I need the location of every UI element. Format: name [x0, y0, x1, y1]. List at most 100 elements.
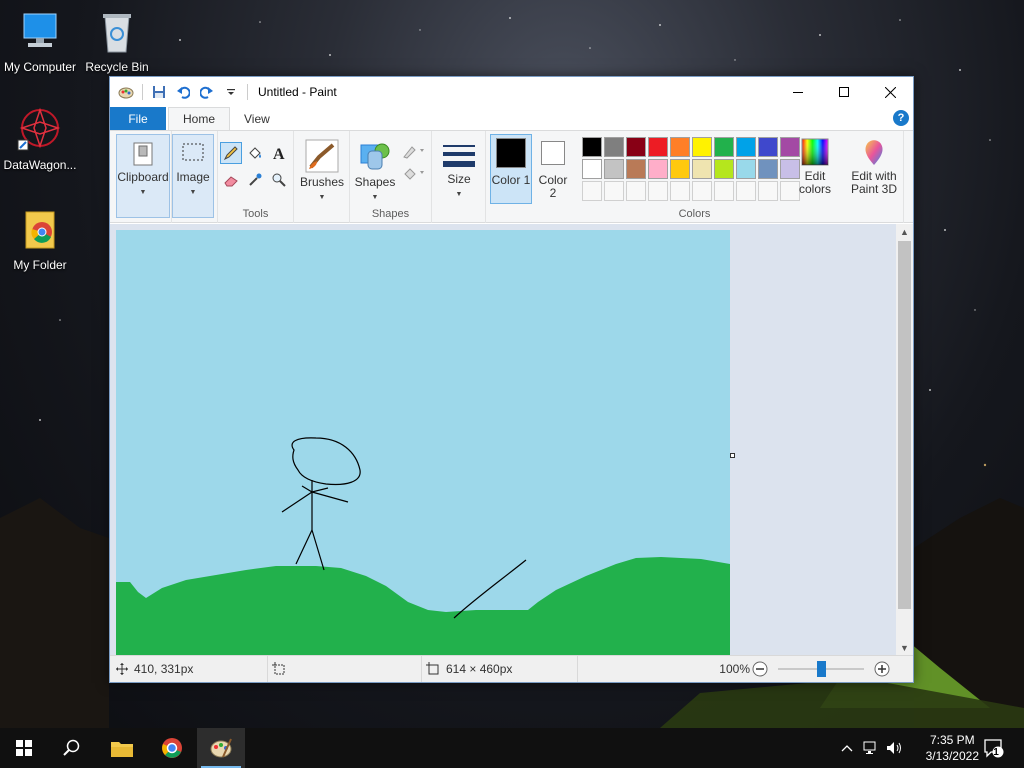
eraser-tool[interactable] — [220, 169, 242, 191]
clipboard-button[interactable]: Clipboard ▼ — [116, 134, 170, 218]
start-button[interactable] — [0, 728, 48, 768]
clock-date: 3/13/2022 — [925, 749, 979, 763]
tab-file[interactable]: File — [110, 107, 166, 130]
custom-color-slot[interactable] — [604, 181, 624, 201]
image-button[interactable]: Image ▼ — [172, 134, 214, 218]
dropdown-arrow-icon: ▼ — [371, 194, 379, 201]
edit-with-paint3d-button[interactable]: Edit with Paint 3D — [846, 134, 902, 204]
brushes-button[interactable]: Brushes ▼ — [296, 134, 348, 204]
palette-swatch[interactable] — [670, 159, 690, 179]
cursor-position: 410, 331px — [116, 656, 268, 682]
color2-label: Color — [538, 173, 568, 187]
status-bar: 410, 331px 614 × 460px 100% — [110, 655, 913, 682]
palette-swatch[interactable] — [626, 137, 646, 157]
zoom-slider-thumb[interactable] — [817, 661, 826, 677]
ribbon-tabs: File Home View ? — [110, 107, 913, 130]
custom-color-slot[interactable] — [758, 181, 778, 201]
chrome-button[interactable] — [148, 728, 196, 768]
redo-icon[interactable] — [199, 84, 215, 100]
custom-color-slot[interactable] — [582, 181, 602, 201]
selection-size — [272, 656, 422, 682]
magnifier-tool[interactable] — [268, 169, 290, 191]
desktop-icon-datawagon[interactable]: DataWagon... — [0, 106, 80, 172]
customize-qat-dropdown-icon[interactable] — [223, 84, 239, 100]
shapes-button[interactable]: Shapes ▼ — [352, 134, 398, 204]
undo-icon[interactable] — [175, 84, 191, 100]
custom-color-slot[interactable] — [670, 181, 690, 201]
custom-color-slot[interactable] — [736, 181, 756, 201]
color-picker-tool[interactable] — [244, 169, 266, 191]
size-label: Size — [447, 172, 471, 186]
tab-view[interactable]: View — [230, 107, 284, 130]
pencil-icon — [223, 146, 238, 161]
zoom-level: 100% — [710, 656, 750, 682]
tab-home[interactable]: Home — [168, 107, 231, 130]
eyedropper-icon — [249, 173, 262, 186]
show-hidden-icons-button[interactable] — [836, 728, 858, 768]
volume-icon — [887, 742, 901, 754]
image-size: 614 × 460px — [426, 656, 578, 682]
dropdown-arrow-icon: ▼ — [318, 194, 326, 201]
tools-group-label: Tools — [242, 208, 269, 220]
canvas-resize-handle[interactable] — [730, 453, 735, 458]
close-icon — [884, 86, 896, 98]
vertical-scrollbar[interactable]: ▲ ▼ — [896, 224, 913, 656]
paint-taskbar-button[interactable] — [197, 728, 245, 768]
desktop-icon-my-folder[interactable]: My Folder — [0, 206, 80, 272]
custom-color-slot[interactable] — [626, 181, 646, 201]
custom-color-slot[interactable] — [648, 181, 668, 201]
close-button[interactable] — [867, 77, 913, 107]
color2-button[interactable]: Color 2 — [534, 134, 572, 204]
folder-chrome-icon — [25, 211, 55, 249]
scroll-thumb[interactable] — [898, 241, 911, 609]
search-button[interactable] — [48, 728, 96, 768]
palette-swatch[interactable] — [758, 159, 778, 179]
fill-shape-button[interactable] — [400, 162, 428, 184]
scroll-up-icon[interactable]: ▲ — [896, 224, 913, 240]
drawing-canvas[interactable] — [116, 230, 730, 656]
paint-window: Untitled - Paint File Home View ? Clipbo… — [109, 76, 914, 683]
palette-swatch[interactable] — [670, 137, 690, 157]
desktop-icon-recycle-bin[interactable]: Recycle Bin — [77, 8, 157, 74]
outline-button[interactable] — [400, 140, 428, 162]
desktop-icon-my-computer[interactable]: My Computer — [0, 8, 80, 74]
palette-swatch[interactable] — [648, 137, 668, 157]
paint-app-icon[interactable] — [118, 84, 134, 100]
shapes-label: Shapes — [354, 175, 396, 189]
size-button[interactable]: Size ▼ — [436, 134, 482, 204]
help-button[interactable]: ? — [893, 110, 909, 126]
save-icon[interactable] — [151, 84, 167, 100]
palette-swatch[interactable] — [736, 137, 756, 157]
file-explorer-button[interactable] — [98, 728, 146, 768]
zoom-in-button[interactable] — [874, 661, 890, 677]
system-clock[interactable]: 7:35 PM 3/13/2022 — [926, 732, 979, 764]
palette-swatch[interactable] — [604, 159, 624, 179]
volume-button[interactable] — [884, 728, 906, 768]
edit-colors-button[interactable]: Edit colors — [794, 134, 836, 204]
custom-color-slot[interactable] — [692, 181, 712, 201]
palette-swatch[interactable] — [648, 159, 668, 179]
color1-button[interactable]: Color 1 — [490, 134, 532, 204]
palette-swatch[interactable] — [692, 159, 712, 179]
fill-tool[interactable] — [244, 142, 266, 164]
palette-swatch[interactable] — [582, 159, 602, 179]
zoom-out-button[interactable] — [752, 661, 768, 677]
palette-swatch[interactable] — [582, 137, 602, 157]
group-brushes: Brushes ▼ — [294, 131, 350, 223]
pencil-tool[interactable] — [220, 142, 242, 164]
palette-swatch[interactable] — [604, 137, 624, 157]
palette-swatch[interactable] — [692, 137, 712, 157]
palette-swatch[interactable] — [714, 159, 734, 179]
brush-icon — [305, 139, 339, 173]
scroll-down-icon[interactable]: ▼ — [896, 640, 913, 656]
palette-swatch[interactable] — [626, 159, 646, 179]
palette-swatch[interactable] — [714, 137, 734, 157]
custom-color-slot[interactable] — [714, 181, 734, 201]
text-tool[interactable]: A — [268, 142, 290, 164]
palette-swatch[interactable] — [736, 159, 756, 179]
network-button[interactable] — [860, 728, 882, 768]
chrome-icon — [162, 738, 182, 758]
minimize-button[interactable] — [775, 77, 821, 107]
maximize-button[interactable] — [821, 77, 867, 107]
palette-swatch[interactable] — [758, 137, 778, 157]
